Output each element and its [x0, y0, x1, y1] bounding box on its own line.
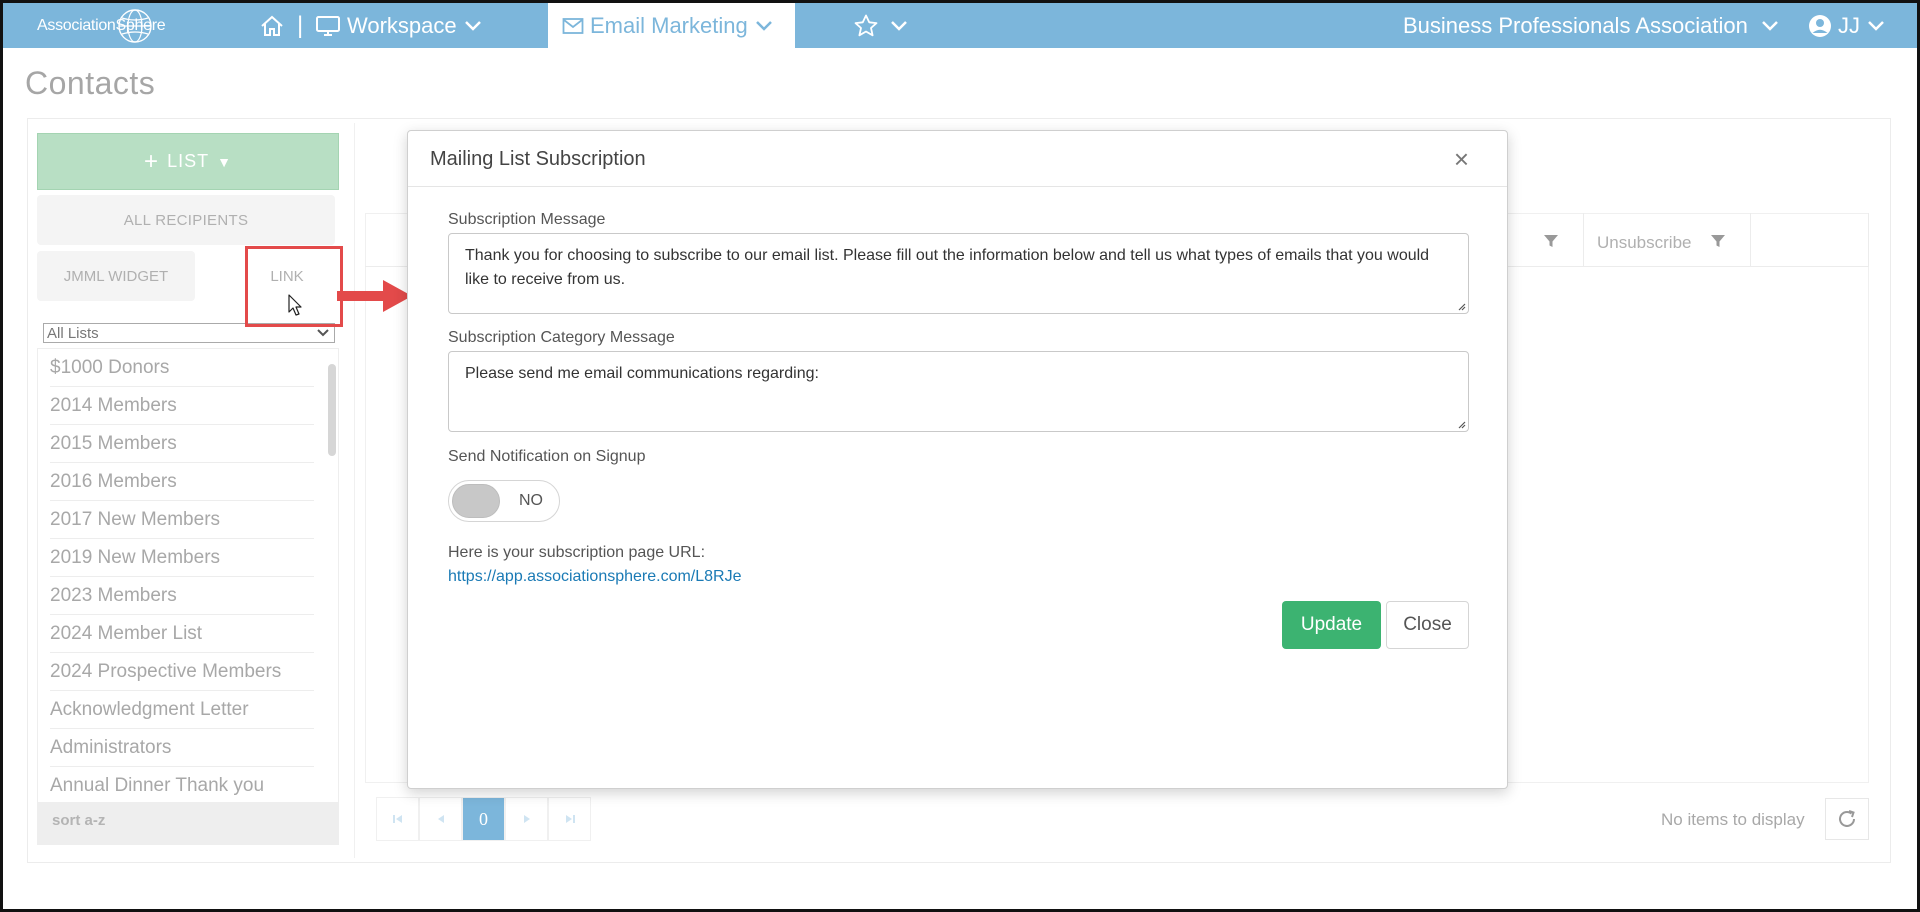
- caret-down-icon: ▼: [217, 153, 232, 170]
- page-title: Contacts: [25, 65, 156, 101]
- column-header-unsubscribe[interactable]: Unsubscribe: [1597, 233, 1692, 253]
- org-name: Business Professionals Association: [1403, 12, 1748, 38]
- home-icon[interactable]: [259, 3, 285, 48]
- sort-az-button[interactable]: sort a-z: [52, 812, 105, 829]
- prev-page-icon[interactable]: [419, 797, 462, 841]
- notification-label: Send Notification on Signup: [448, 448, 646, 465]
- category-message-textarea[interactable]: Please send me email communications rega…: [448, 351, 1469, 432]
- list-item[interactable]: 2024 Prospective Members: [50, 653, 314, 691]
- list-item[interactable]: Acknowledgment Letter: [50, 691, 314, 729]
- toggle-knob: [452, 484, 500, 518]
- top-nav-bar: AssociationSphere | Workspace Email Mark…: [3, 3, 1917, 48]
- list-item[interactable]: 2024 Member List: [50, 615, 314, 653]
- all-recipients-button[interactable]: ALL RECIPIENTS: [37, 195, 335, 245]
- nav-separator: |: [297, 11, 304, 39]
- monitor-icon: [316, 15, 340, 36]
- category-message-label: Subscription Category Message: [448, 329, 675, 346]
- plus-icon: +: [144, 147, 160, 175]
- nav-favorites-menu[interactable]: [853, 3, 909, 48]
- toggle-state-label: NO: [519, 492, 543, 509]
- add-list-button[interactable]: + LIST ▼: [37, 133, 339, 190]
- list-item[interactable]: 2023 Members: [50, 577, 314, 615]
- list-item[interactable]: 2014 Members: [50, 387, 314, 425]
- dialog-header: Mailing List Subscription ×: [408, 131, 1507, 187]
- list-item[interactable]: 2016 Members: [50, 463, 314, 501]
- column-separator: [1868, 213, 1869, 267]
- chevron-down-icon: [891, 20, 907, 31]
- nav-workspace-label: Workspace: [347, 12, 457, 38]
- chevron-down-icon: [464, 20, 481, 31]
- nav-workspace-menu[interactable]: Workspace: [315, 3, 483, 48]
- sort-bar: sort a-z: [38, 802, 338, 844]
- list-scrollbar[interactable]: [328, 364, 336, 456]
- filter-icon[interactable]: [1710, 233, 1726, 249]
- dialog-title: Mailing List Subscription: [430, 148, 646, 170]
- subscription-message-text: Thank you for choosing to subscribe to o…: [465, 247, 1430, 288]
- resize-grip-icon[interactable]: [1456, 301, 1466, 311]
- logo[interactable]: AssociationSphere: [33, 7, 173, 45]
- jmml-widget-button[interactable]: JMML WIDGET: [37, 251, 195, 301]
- mailing-list-subscription-dialog: Mailing List Subscription × Subscription…: [407, 130, 1508, 789]
- nav-email-marketing-label: Email Marketing: [590, 12, 748, 38]
- list-item[interactable]: 2017 New Members: [50, 501, 314, 539]
- filter-icon[interactable]: [1543, 233, 1559, 249]
- column-separator: [1750, 213, 1751, 267]
- first-page-icon[interactable]: [376, 797, 419, 841]
- list-item[interactable]: 2015 Members: [50, 425, 314, 463]
- list-item[interactable]: $1000 Donors: [50, 349, 314, 387]
- next-page-icon[interactable]: [505, 797, 548, 841]
- chevron-down-icon: [1868, 20, 1884, 31]
- list-item[interactable]: Administrators: [50, 729, 314, 767]
- empty-grid-message: No items to display: [1661, 810, 1805, 829]
- dialog-close-icon[interactable]: ×: [1454, 144, 1469, 175]
- mailing-lists: $1000 Donors 2014 Members 2015 Members 2…: [37, 348, 339, 845]
- category-message-text: Please send me email communications rega…: [465, 365, 819, 382]
- column-separator: [1583, 213, 1584, 267]
- subscription-url-link[interactable]: https://app.associationsphere.com/L8RJe: [448, 568, 742, 586]
- list-filter-value: All Lists: [47, 324, 99, 342]
- org-switcher[interactable]: Business Professionals Association: [1403, 3, 1780, 48]
- user-initials: JJ: [1838, 12, 1860, 38]
- list-item[interactable]: Annual Dinner Thank you: [50, 767, 314, 805]
- add-list-label: LIST: [167, 151, 210, 171]
- current-page[interactable]: 0: [462, 797, 505, 841]
- update-button[interactable]: Update: [1282, 601, 1381, 649]
- app-window: AssociationSphere | Workspace Email Mark…: [0, 0, 1920, 912]
- subscription-message-textarea[interactable]: Thank you for choosing to subscribe to o…: [448, 233, 1469, 314]
- subscription-url-label: Here is your subscription page URL:: [448, 544, 706, 561]
- lists-sidebar: + LIST ▼ ALL RECIPIENTS JMML WIDGET LINK…: [37, 133, 339, 845]
- globe-icon: [118, 9, 152, 43]
- chevron-down-icon: [1761, 20, 1778, 31]
- subscription-message-label: Subscription Message: [448, 211, 606, 228]
- envelope-icon: [562, 17, 584, 34]
- nav-email-marketing-tab[interactable]: Email Marketing: [548, 3, 795, 48]
- resize-grip-icon[interactable]: [1456, 419, 1466, 429]
- notification-toggle[interactable]: NO: [448, 480, 560, 522]
- mouse-cursor-icon: [288, 294, 302, 316]
- refresh-icon[interactable]: [1825, 798, 1869, 840]
- close-button[interactable]: Close: [1386, 601, 1469, 649]
- chevron-down-icon: [755, 20, 772, 31]
- list-item[interactable]: 2019 New Members: [50, 539, 314, 577]
- star-icon: [854, 14, 878, 36]
- user-menu[interactable]: JJ: [1808, 3, 1886, 48]
- chevron-down-icon: [317, 329, 329, 337]
- user-avatar-icon: [1809, 14, 1831, 37]
- red-arrow-icon: [337, 280, 412, 312]
- last-page-icon[interactable]: [548, 797, 591, 841]
- pager: 0: [376, 797, 591, 841]
